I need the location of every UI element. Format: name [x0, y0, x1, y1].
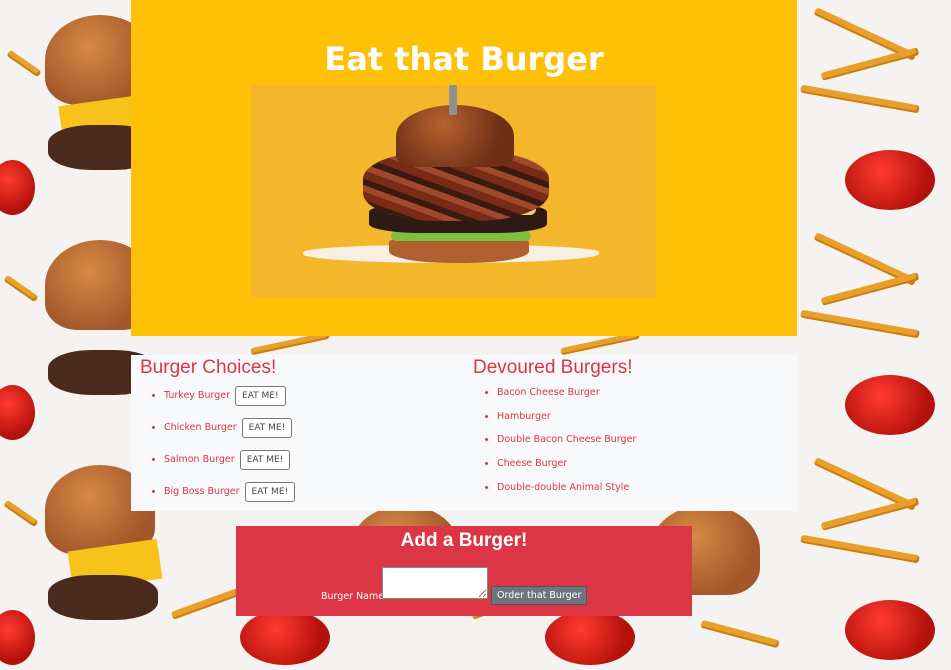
devoured-burgers-heading: Devoured Burgers!	[473, 357, 633, 378]
hero-burger-image	[251, 85, 656, 297]
page-title: Eat that Burger	[324, 40, 604, 78]
devoured-burgers-list: Bacon Cheese Burger Hamburger Double Bac…	[473, 385, 636, 503]
order-burger-button[interactable]: Order that Burger	[491, 586, 588, 605]
burger-link[interactable]: Chicken Burger	[164, 422, 237, 433]
burger-lists-panel: Burger Choices! Turkey Burger EAT ME! Ch…	[131, 355, 797, 511]
add-burger-heading: Add a Burger!	[400, 530, 528, 551]
burger-choices-heading: Burger Choices!	[140, 357, 277, 378]
list-item: Double-double Animal Style	[497, 480, 636, 504]
devoured-burger-link[interactable]: Bacon Cheese Burger	[497, 387, 600, 398]
eat-me-button[interactable]: EAT ME!	[241, 417, 293, 438]
burger-link[interactable]: Big Boss Burger	[164, 486, 240, 497]
burger-link[interactable]: Salmon Burger	[164, 454, 235, 465]
eat-me-button[interactable]: EAT ME!	[235, 385, 286, 406]
burger-link[interactable]: Turkey Burger	[164, 390, 230, 401]
devoured-burger-link[interactable]: Cheese Burger	[497, 458, 567, 469]
devoured-burger-link[interactable]: Double-double Animal Style	[497, 482, 629, 493]
eat-me-button[interactable]: EAT ME!	[239, 449, 291, 470]
list-item: Big Boss Burger EAT ME!	[164, 479, 296, 511]
list-item: Double Bacon Cheese Burger	[497, 432, 636, 456]
add-burger-form: Add a Burger! Burger Name: Order that Bu…	[236, 526, 692, 616]
burger-choices-column: Burger Choices! Turkey Burger EAT ME! Ch…	[140, 355, 296, 511]
burger-choices-list: Turkey Burger EAT ME! Chicken Burger EAT…	[140, 383, 296, 511]
burger-name-input[interactable]	[382, 567, 488, 599]
list-item: Chicken Burger EAT ME!	[164, 415, 295, 447]
list-item: Hamburger	[497, 409, 636, 433]
burger-name-label: Burger Name:	[321, 591, 388, 602]
eat-me-button[interactable]: EAT ME!	[244, 481, 296, 502]
list-item: Bacon Cheese Burger	[497, 385, 636, 409]
devoured-burger-link[interactable]: Double Bacon Cheese Burger	[497, 434, 636, 445]
header-jumbotron: Eat that Burger	[131, 0, 797, 336]
list-item: Cheese Burger	[497, 456, 636, 480]
list-item: Salmon Burger EAT ME!	[164, 447, 295, 479]
list-item: Turkey Burger EAT ME!	[164, 383, 295, 415]
devoured-burger-link[interactable]: Hamburger	[497, 411, 551, 422]
devoured-burgers-column: Devoured Burgers! Bacon Cheese Burger Ha…	[473, 355, 636, 503]
